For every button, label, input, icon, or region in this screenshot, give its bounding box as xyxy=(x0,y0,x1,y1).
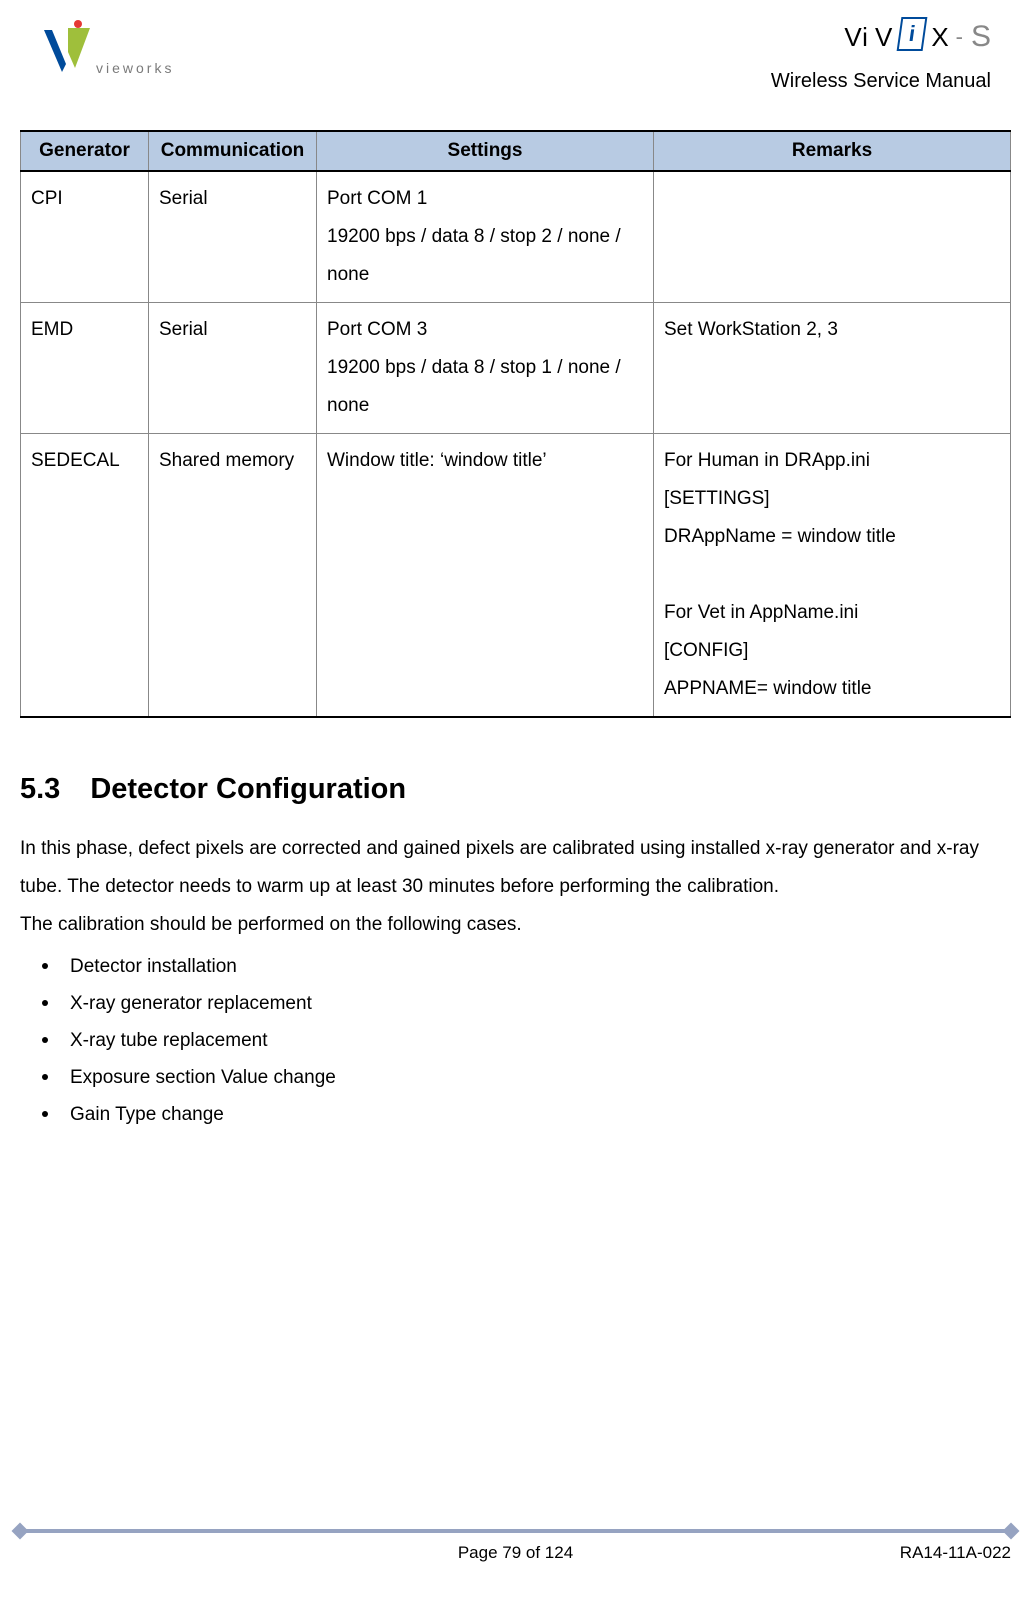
col-header-generator: Generator xyxy=(21,131,149,171)
table-row: CPI Serial Port COM 1 19200 bps / data 8… xyxy=(21,171,1011,303)
section-heading: 5.3 Detector Configuration xyxy=(20,773,1011,806)
cell-remarks xyxy=(654,171,1011,303)
list-item: Detector installation xyxy=(20,948,1011,985)
vivix-box-icon: i xyxy=(897,17,928,51)
cell-remarks: Set WorkStation 2, 3 xyxy=(654,303,1011,434)
bullet-list: Detector installation X-ray generator re… xyxy=(20,948,1011,1133)
vieworks-mark-icon xyxy=(40,20,92,80)
table-row: EMD Serial Port COM 3 19200 bps / data 8… xyxy=(21,303,1011,434)
page: vieworks Vi V i X - S Wireless Service M… xyxy=(0,0,1031,1607)
list-item: X-ray generator replacement xyxy=(20,985,1011,1022)
vivix-logo: Vi V i X - S xyxy=(844,20,991,54)
document-title: Wireless Service Manual xyxy=(771,70,991,93)
col-header-communication: Communication xyxy=(149,131,317,171)
cell-communication: Serial xyxy=(149,171,317,303)
vieworks-logo-text: vieworks xyxy=(96,60,174,76)
vivix-text-x: X xyxy=(931,22,949,53)
page-content: Generator Communication Settings Remarks… xyxy=(20,130,1011,1133)
list-item: Gain Type change xyxy=(20,1096,1011,1133)
page-number: Page 79 of 124 xyxy=(20,1543,1011,1563)
list-item: Exposure section Value change xyxy=(20,1059,1011,1096)
generator-settings-table: Generator Communication Settings Remarks… xyxy=(20,130,1011,718)
section-number: 5.3 xyxy=(20,773,60,806)
vivix-text-v: V xyxy=(875,22,893,53)
page-header: vieworks Vi V i X - S Wireless Service M… xyxy=(20,20,1011,110)
cell-generator: SEDECAL xyxy=(21,434,149,718)
table-row: SEDECAL Shared memory Window title: ‘win… xyxy=(21,434,1011,718)
cell-communication: Shared memory xyxy=(149,434,317,718)
table-header-row: Generator Communication Settings Remarks xyxy=(21,131,1011,171)
cell-settings: Port COM 1 19200 bps / data 8 / stop 2 /… xyxy=(317,171,654,303)
cell-generator: EMD xyxy=(21,303,149,434)
vieworks-logo: vieworks xyxy=(40,20,174,80)
cell-settings: Port COM 3 19200 bps / data 8 / stop 1 /… xyxy=(317,303,654,434)
cell-settings: Window title: ‘window title’ xyxy=(317,434,654,718)
col-header-settings: Settings xyxy=(317,131,654,171)
col-header-remarks: Remarks xyxy=(654,131,1011,171)
footer-rule-icon xyxy=(20,1529,1011,1533)
vivix-text-vi: Vi xyxy=(844,22,869,53)
list-item: X-ray tube replacement xyxy=(20,1022,1011,1059)
page-footer: Page 79 of 124 RA14-11A-022 xyxy=(20,1529,1011,1563)
vivix-dash: - xyxy=(956,24,963,50)
cell-generator: CPI xyxy=(21,171,149,303)
section-paragraph: In this phase, defect pixels are correct… xyxy=(20,830,1011,944)
section-title: Detector Configuration xyxy=(90,773,406,805)
vivix-s: S xyxy=(971,20,991,54)
cell-communication: Serial xyxy=(149,303,317,434)
cell-remarks: For Human in DRApp.ini [SETTINGS] DRAppN… xyxy=(654,434,1011,718)
